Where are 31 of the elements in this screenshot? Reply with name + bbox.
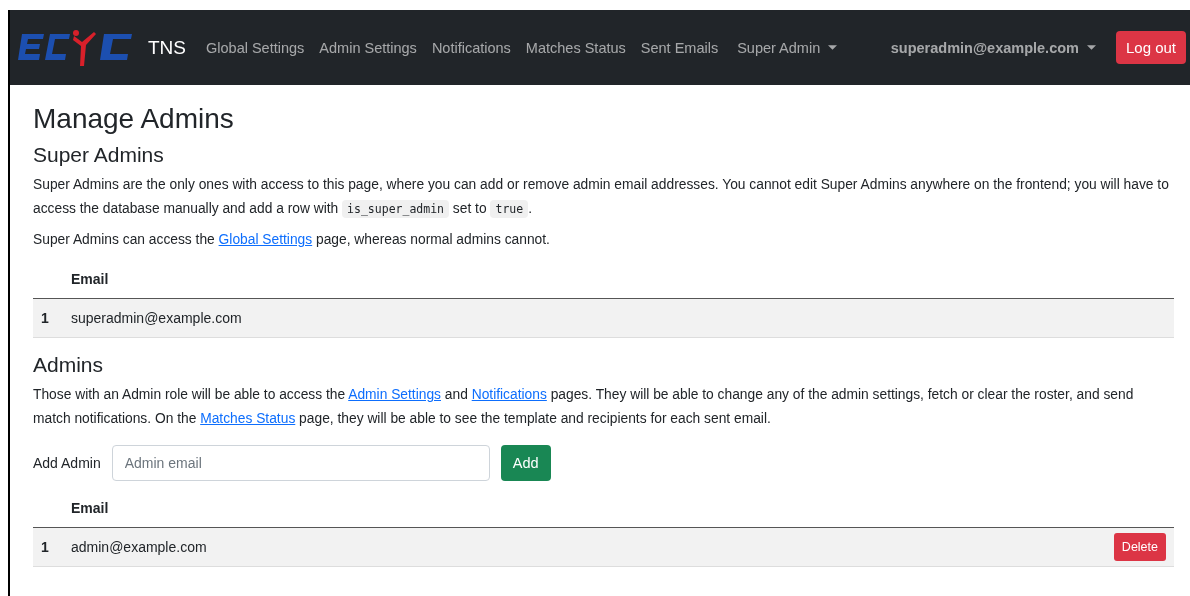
nav-link[interactable]: Matches Status <box>525 39 626 56</box>
nav-link[interactable]: Notifications <box>431 39 511 56</box>
section-heading: Super Admins <box>33 143 165 167</box>
logout-button[interactable]: Log out <box>1115 31 1186 64</box>
link[interactable]: Global Settings <box>218 232 313 247</box>
paragraph: Super Admins can access the Global Settings page, whereas normal admins cannot. <box>33 231 551 249</box>
nav-link[interactable]: Sent Emails <box>640 39 719 56</box>
user-menu[interactable]: superadmin@example.com <box>890 39 1096 56</box>
link[interactable]: Admin Settings <box>348 387 441 402</box>
page-title: Manage Admins <box>33 103 235 135</box>
link[interactable]: Matches Status <box>200 411 296 426</box>
column-header: Email <box>63 260 1087 299</box>
add-button[interactable]: Add <box>500 445 551 481</box>
row-number: 1 <box>33 527 63 567</box>
table-cell: superadmin@example.com <box>63 298 1087 338</box>
paragraph: Super Admins are the only ones with access to this page, where you can add or remove admin email addresses. You cannot edit Super Admins anywhere on the frontend; you will have to access the database manually and add a row with is_super_admin set to true . <box>33 176 1170 220</box>
column-header: Email <box>63 489 830 528</box>
field-label: Add Admin <box>33 455 101 471</box>
email-field[interactable]: Admin email <box>111 445 490 481</box>
delete-button[interactable]: Delete <box>1113 533 1166 561</box>
brand-name[interactable]: TNS <box>148 36 186 59</box>
link[interactable]: Notifications <box>471 387 547 402</box>
row-number: 1 <box>33 298 63 338</box>
table-cell: admin@example.com <box>63 527 830 567</box>
dropdown-menu[interactable]: Super Admin <box>737 39 838 56</box>
nav-link[interactable]: Global Settings <box>206 39 305 56</box>
paragraph: Those with an Admin role will be able to access the Admin Settings and Notifications pages. They will be able to change any of the admin settings, fetch or clear the roster, and send match notifications. On the Matches Status page, they will be able to see the template and recipients for each sent email. <box>33 386 1135 428</box>
nav-link[interactable]: Admin Settings <box>319 39 417 56</box>
section-heading: Admins <box>33 353 105 377</box>
caret-icon <box>1086 44 1096 51</box>
caret-icon <box>828 44 838 51</box>
